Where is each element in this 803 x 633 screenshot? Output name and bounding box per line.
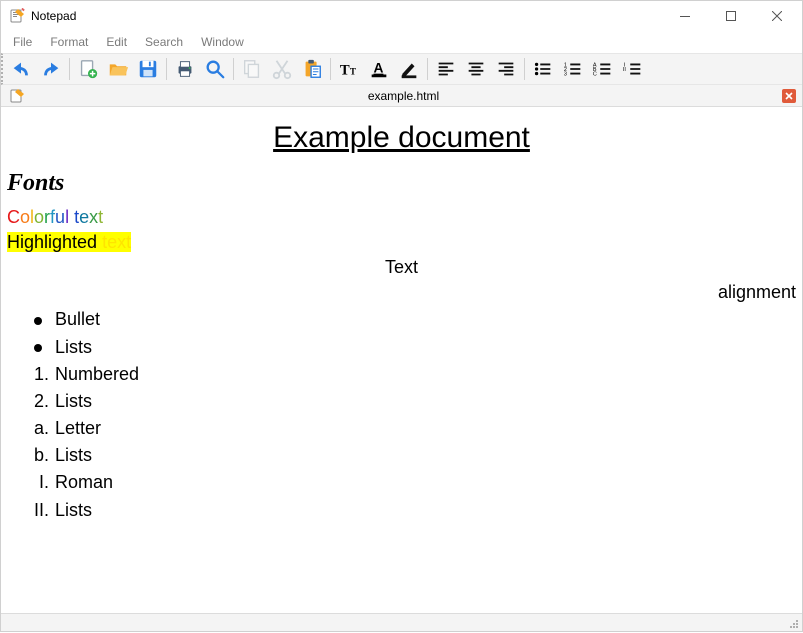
minimize-button[interactable] (662, 1, 708, 31)
colorful-text-line: Colorful text (7, 205, 796, 230)
right-aligned-text: alignment (7, 280, 796, 305)
svg-text:A: A (374, 61, 384, 76)
cut-button[interactable] (268, 55, 296, 83)
list-item: 1.Numbered (27, 362, 796, 387)
toolbar-separator (233, 58, 234, 80)
toolbar: TT A 123 ABC III (1, 53, 802, 85)
list-marker: b. (27, 443, 49, 468)
svg-text:T: T (350, 67, 356, 77)
align-right-button[interactable] (492, 55, 520, 83)
menu-window[interactable]: Window (193, 33, 252, 51)
toolbar-separator (166, 58, 167, 80)
maximize-button[interactable] (708, 1, 754, 31)
print-button[interactable] (171, 55, 199, 83)
highlight-button[interactable] (395, 55, 423, 83)
roman-list-button[interactable]: III (619, 55, 647, 83)
bullet-icon (27, 310, 49, 328)
window-title: Notepad (31, 9, 76, 23)
resize-grip-icon[interactable] (786, 616, 800, 630)
find-button[interactable] (201, 55, 229, 83)
colorful-char: t (98, 207, 103, 227)
toolbar-separator (524, 58, 525, 80)
font-size-button[interactable]: TT (335, 55, 363, 83)
title-bar: Notepad (1, 1, 802, 31)
list-item-text: Lists (55, 335, 92, 360)
highlighted-text: text (102, 232, 131, 252)
colorful-char: C (7, 207, 20, 227)
status-bar (1, 613, 802, 631)
list-marker: 2. (27, 389, 49, 414)
editor-area[interactable]: Example document Fonts Colorful text Hig… (1, 107, 802, 613)
numbered-list: 1.Numbered 2.Lists (7, 362, 796, 414)
tab-label[interactable]: example.html (25, 89, 782, 103)
menu-bar: File Format Edit Search Window (1, 31, 802, 53)
toolbar-separator (427, 58, 428, 80)
menu-format[interactable]: Format (42, 33, 96, 51)
app-icon (9, 8, 25, 24)
list-item-text: Lists (55, 389, 92, 414)
list-marker: II. (27, 498, 49, 523)
list-item-text: Roman (55, 470, 113, 495)
svg-text:II: II (623, 67, 627, 73)
colorful-char: u (55, 207, 65, 227)
paste-button[interactable] (298, 55, 326, 83)
svg-text:C: C (593, 71, 597, 77)
letter-list: a.Letter b.Lists (7, 416, 796, 468)
bullet-list: Bullet Lists (7, 307, 796, 359)
toolbar-separator (330, 58, 331, 80)
toolbar-separator (69, 58, 70, 80)
save-button[interactable] (134, 55, 162, 83)
list-item: I.Roman (27, 470, 796, 495)
list-marker: 1. (27, 362, 49, 387)
colorful-char: e (79, 207, 89, 227)
alpha-list-button[interactable]: ABC (589, 55, 617, 83)
close-button[interactable] (754, 1, 800, 31)
list-item: a.Letter (27, 416, 796, 441)
tab-bar: example.html (1, 85, 802, 107)
list-item: Bullet (27, 307, 796, 332)
numbered-list-button[interactable]: 123 (559, 55, 587, 83)
list-item-text: Lists (55, 443, 92, 468)
undo-button[interactable] (7, 55, 35, 83)
list-item: b.Lists (27, 443, 796, 468)
svg-text:3: 3 (564, 71, 567, 77)
redo-button[interactable] (37, 55, 65, 83)
roman-list: I.Roman II. Lists (7, 470, 796, 522)
center-aligned-text: Text (7, 255, 796, 280)
list-item: 2.Lists (27, 389, 796, 414)
new-file-button[interactable] (74, 55, 102, 83)
colorful-char: o (34, 207, 44, 227)
list-marker: a. (27, 416, 49, 441)
copy-button[interactable] (238, 55, 266, 83)
font-color-button[interactable]: A (365, 55, 393, 83)
list-item-text: Letter (55, 416, 101, 441)
menu-file[interactable]: File (5, 33, 40, 51)
open-file-button[interactable] (104, 55, 132, 83)
list-item-text: Lists (55, 498, 92, 523)
fonts-heading: Fonts (7, 167, 796, 201)
menu-edit[interactable]: Edit (98, 33, 135, 51)
list-item-text: Numbered (55, 362, 139, 387)
colorful-char: o (20, 207, 30, 227)
align-left-button[interactable] (432, 55, 460, 83)
colorful-char: x (89, 207, 98, 227)
bullet-icon (27, 338, 49, 356)
list-item: Lists (27, 335, 796, 360)
document-title: Example document (7, 117, 796, 159)
menu-search[interactable]: Search (137, 33, 191, 51)
list-item: II. Lists (27, 498, 796, 523)
list-item-text: Bullet (55, 307, 100, 332)
document-icon (9, 88, 25, 104)
highlighted-word: Highlighted (7, 232, 102, 252)
highlighted-line: Highlighted text (7, 230, 796, 255)
list-marker: I. (27, 470, 49, 495)
align-center-button[interactable] (462, 55, 490, 83)
tab-close-icon[interactable] (782, 89, 796, 103)
bullet-list-button[interactable] (529, 55, 557, 83)
svg-text:T: T (340, 63, 350, 79)
